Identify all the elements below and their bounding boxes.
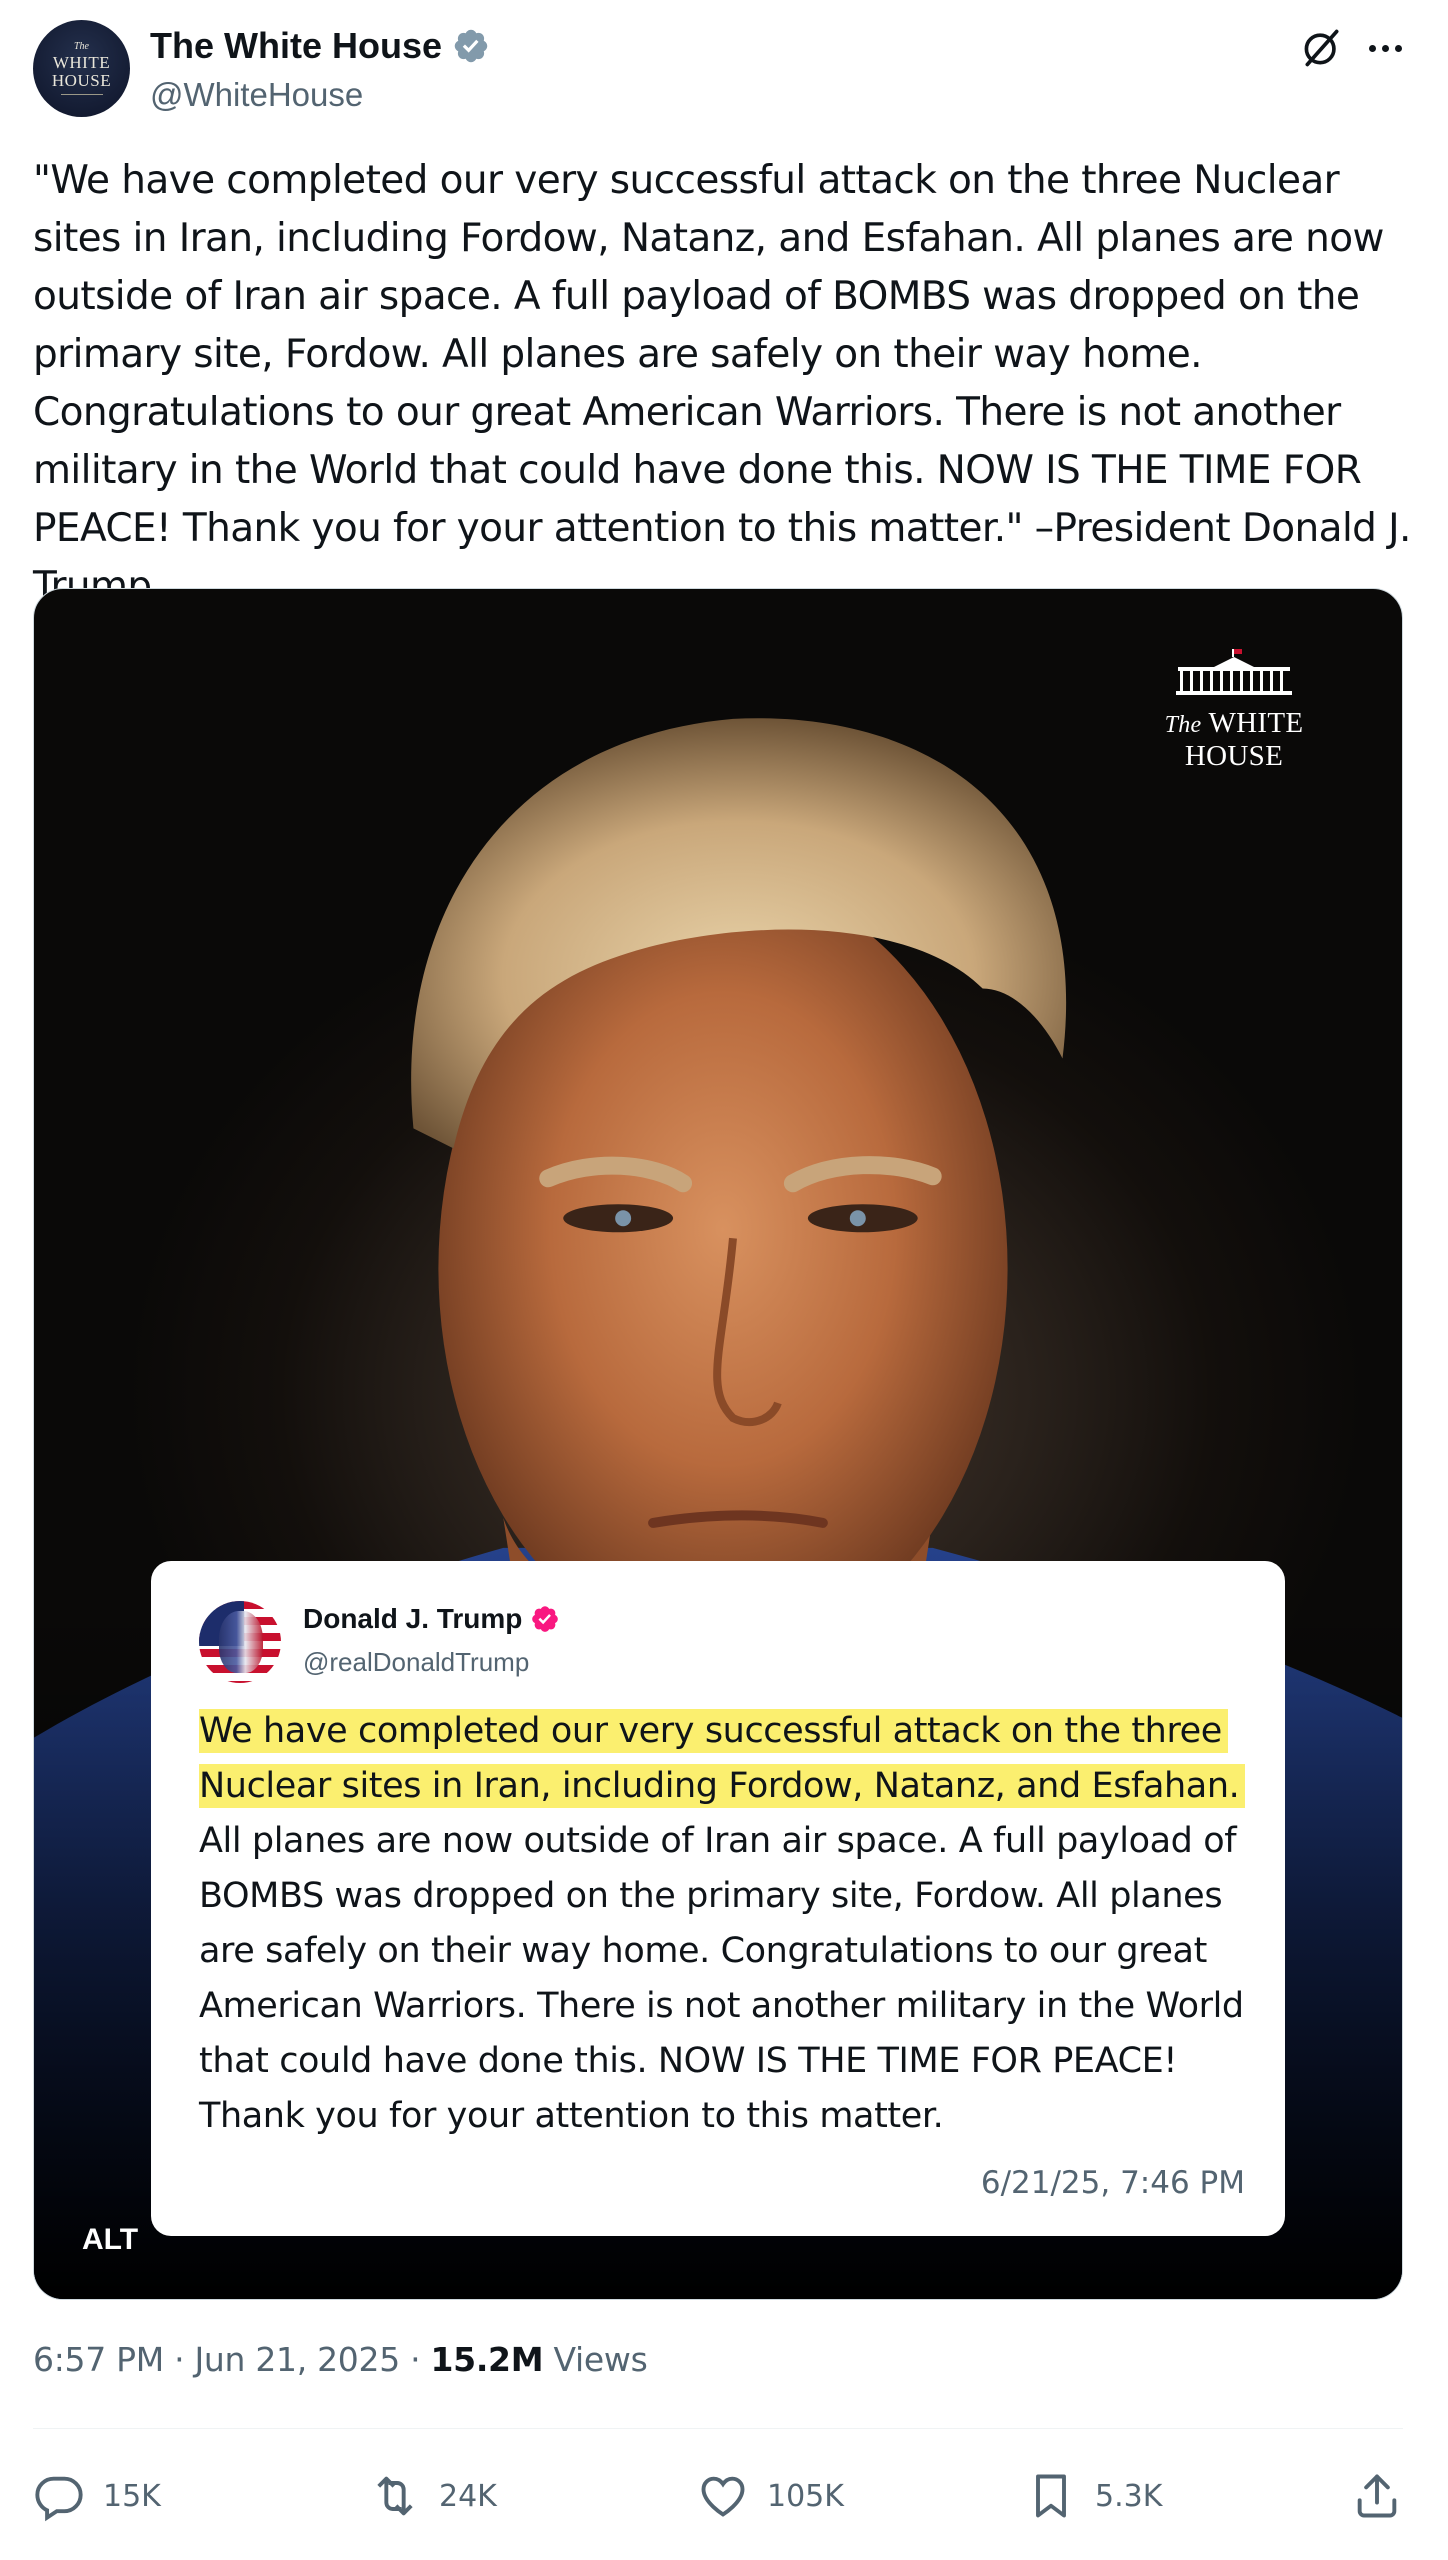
repost-count: 24K [439,2478,497,2514]
white-house-logo: The WHITE HOUSE [1114,649,1354,773]
meta-separator: · [410,2340,421,2379]
bookmark-icon [1036,2474,1066,2518]
logo-text-main: WHITE HOUSE [1184,707,1304,772]
quoted-avatar [199,1601,281,1683]
quoted-post-card: Donald J. Trump @realDonaldTrump We have… [151,1561,1285,2236]
post-meta: 6:57 PM · Jun 21, 2025 · 15.2M Views [33,2340,648,2379]
quoted-display-name: Donald J. Trump [303,1603,523,1634]
account-avatar[interactable]: The WHITE HOUSE [33,20,130,117]
tweet-text: "We have completed our very successful a… [33,158,1423,609]
quoted-handle: @realDonaldTrump [303,1647,530,1677]
share-icon [1357,2474,1397,2518]
account-name-row: The White House [150,25,490,67]
verified-badge-icon[interactable] [452,27,490,65]
avatar-face [219,1611,263,1673]
avatar-divider [60,94,103,96]
more-options-icon[interactable] [1362,26,1408,70]
share-button[interactable] [1351,2470,1403,2522]
like-count: 105K [767,2478,844,2514]
views-label: Views [553,2340,648,2379]
tweet-media-image[interactable]: The WHITE HOUSE Donald J. Trump @realDon… [33,588,1403,2300]
heart-icon [701,2476,745,2517]
more-dot [1394,44,1402,52]
more-dot [1381,44,1389,52]
repost-icon [377,2476,413,2516]
logo-text-prefix: The [1164,712,1202,738]
bookmark-button[interactable]: 5.3K [1025,2470,1162,2522]
views-count: 15.2M [430,2340,544,2379]
bookmark-count: 5.3K [1095,2478,1163,2514]
quoted-text-rest: All planes are now outside of Iran air s… [199,1821,1244,2136]
quoted-timestamp: 6/21/25, 7:46 PM [980,2165,1245,2201]
quoted-post-text: We have completed our very successful at… [199,1704,1259,2144]
grok-icon[interactable] [1300,26,1344,70]
repost-button[interactable]: 24K [369,2470,497,2522]
reply-button[interactable]: 15K [33,2470,161,2522]
alt-text-badge[interactable]: ALT [82,2223,138,2257]
white-house-building-icon [1176,649,1292,695]
action-bar: 15K 24K 105K 5.3K [33,2470,1413,2530]
account-handle[interactable]: @WhiteHouse [150,76,363,114]
meta-separator: · [174,2340,185,2379]
display-name[interactable]: The White House [150,25,442,67]
avatar-text-line1: WHITE [52,52,111,72]
white-house-logo-text: The WHITE HOUSE [1114,707,1354,773]
reply-icon [35,2476,83,2522]
divider [33,2428,1403,2429]
highlighted-text: We have completed our very successful at… [199,1709,1246,1808]
reply-count: 15K [103,2478,161,2514]
avatar-text-small: The [74,40,89,52]
quoted-name-row: Donald J. Trump [303,1603,560,1635]
like-button[interactable]: 105K [697,2470,844,2522]
avatar-text-line2: HOUSE [51,70,112,90]
verified-badge-icon [532,1606,559,1632]
more-dot [1368,44,1376,52]
post-time[interactable]: 6:57 PM [33,2340,164,2379]
post-date[interactable]: Jun 21, 2025 [194,2340,400,2379]
